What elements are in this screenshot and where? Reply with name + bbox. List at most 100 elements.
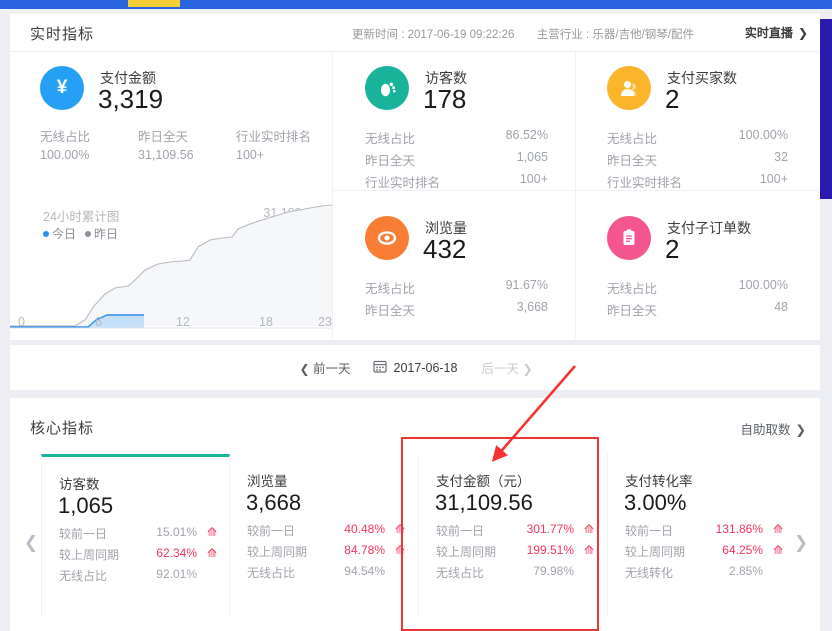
core-card-value: 3,668 [246, 490, 302, 515]
core-metrics-carousel: ❮ ❯ 访客数 1,065 较前一日 15.01% ⟰ 较上周同期 62.34%… [10, 454, 822, 631]
date-nav-controls: ❮ 前一天 2017-06-18 后一天 ❯ [299, 358, 532, 377]
metric-value: 3,319 [98, 84, 164, 114]
footprint-icon [365, 66, 409, 110]
browser-top-bar [0, 0, 832, 9]
detail-label: 昨日全天 [138, 130, 189, 144]
arrow-up-icon: ⟰ [583, 522, 594, 536]
detail-value: 100.00% [738, 278, 788, 292]
arrow-up-icon: ⟰ [772, 543, 783, 557]
detail-value: 31,109.56 [138, 148, 194, 162]
core-card-name: 支付转化率 [625, 474, 693, 489]
arrow-up-icon: ⟰ [206, 546, 217, 560]
core-card-rows: 较前一日 15.01% ⟰ 较上周同期 62.34% ⟰ 无线占比 92.01% [59, 525, 219, 588]
core-card-visitors[interactable]: 访客数 1,065 较前一日 15.01% ⟰ 较上周同期 62.34% ⟰ 无… [41, 454, 230, 616]
yuan-icon: ¥ [40, 66, 84, 110]
core-card-row: 较前一日 15.01% ⟰ [59, 525, 219, 546]
x-tick: 0 [18, 315, 25, 329]
realtime-dashboard-page: 实时指标 更新时间 : 2017-06-19 09:22:26 主营行业 : 乐… [0, 0, 832, 631]
row-label: 较上周同期 [247, 545, 308, 559]
grid-divider-v2 [575, 52, 576, 339]
row-value: 94.54% [344, 564, 385, 578]
metric-name: 支付子订单数 [667, 220, 751, 236]
industry-value: 乐器/吉他/钢琴/配件 [592, 29, 694, 41]
row-value: 40.48% [344, 522, 385, 536]
row-label: 无线占比 [247, 566, 296, 580]
metric-detail-row: 昨日全天 1,065 [365, 150, 560, 172]
core-metrics-header: 核心指标 自助取数 ❯ [10, 398, 822, 454]
arrow-up-icon: ⟰ [394, 522, 405, 536]
x-tick: 23 [318, 315, 332, 329]
x-tick: 6 [95, 315, 102, 329]
metric-detail-values: 100.00% 31,109.56 100+ [40, 148, 320, 170]
update-time-label: 更新时间 : [352, 29, 405, 41]
core-card-rows: 较前一日 131.86% ⟰ 较上周同期 64.25% ⟰ 无线转化 2.85% [625, 522, 785, 585]
row-value: 301.77% [526, 522, 574, 536]
row-label: 较前一日 [247, 524, 296, 538]
core-card-row: 较上周同期 64.25% ⟰ [625, 543, 785, 564]
core-card-row: 较上周同期 199.51% ⟰ [436, 543, 596, 564]
detail-label: 行业实时排名 [607, 176, 683, 190]
user-glyph [621, 80, 636, 96]
core-card-value: 3.00% [624, 490, 687, 515]
metric-detail-labels: 无线占比 昨日全天 行业实时排名 [40, 126, 320, 148]
core-card-row: 无线占比 79.98% [436, 564, 596, 585]
eye-icon [365, 216, 409, 260]
row-label: 较前一日 [59, 527, 108, 541]
metric-detail-rows: 无线占比 昨日全天 行业实时排名 100.00% 31,109.56 100+ [40, 126, 320, 170]
scrollbar-thumb[interactable] [820, 19, 832, 199]
realtime-metrics-panel: 实时指标 更新时间 : 2017-06-19 09:22:26 主营行业 : 乐… [10, 14, 822, 340]
detail-label: 昨日全天 [607, 304, 658, 318]
core-metrics-title: 核心指标 [30, 420, 95, 437]
active-tab-marker[interactable] [128, 0, 180, 7]
detail-value: 100+ [236, 148, 265, 162]
metric-detail-row: 无线占比 86.52% [365, 128, 560, 150]
next-day-label: 后一天 [481, 362, 519, 376]
selected-date[interactable]: 2017-06-18 [394, 361, 458, 375]
prev-day-button[interactable]: ❮ 前一天 [299, 358, 350, 377]
row-value: 64.25% [722, 543, 763, 557]
live-broadcast-link[interactable]: 实时直播 ❯ [745, 24, 808, 41]
calendar-icon[interactable] [372, 359, 387, 376]
detail-value: 91.67% [505, 278, 548, 292]
core-card-pageviews[interactable]: 浏览量 3,668 较前一日 40.48% ⟰ 较上周同期 84.78% ⟰ 无… [230, 454, 419, 616]
row-value: 92.01% [156, 567, 197, 581]
row-value: 131.86% [715, 522, 763, 536]
date-navigation-bar: ❮ 前一天 2017-06-18 后一天 ❯ [10, 345, 822, 390]
realtime-panel-title: 实时指标 [30, 26, 95, 43]
chevron-right-icon: ❯ [522, 362, 533, 376]
core-card-row: 无线占比 94.54% [247, 564, 407, 585]
arrow-up-icon: ⟰ [772, 522, 783, 536]
core-card-payment-amount[interactable]: 支付金额（元） 31,109.56 较前一日 301.77% ⟰ 较上周同期 1… [419, 454, 608, 616]
detail-label: 昨日全天 [365, 154, 416, 168]
self-service-data-link[interactable]: 自助取数 ❯ [741, 419, 807, 438]
chevron-left-icon: ❮ [299, 362, 310, 376]
realtime-meta-info: 更新时间 : 2017-06-19 09:22:26 主营行业 : 乐器/吉他/… [352, 26, 694, 42]
metric-detail-rows: 无线占比 100.00% 昨日全天 32 行业实时排名 100+ [607, 128, 802, 194]
row-value: 199.51% [526, 543, 574, 557]
industry-label: 主营行业 : [536, 29, 590, 41]
scrollbar-track[interactable] [820, 9, 832, 631]
x-tick: 18 [259, 315, 273, 329]
detail-label: 无线占比 [607, 132, 658, 146]
arrow-up-icon: ⟰ [394, 543, 405, 557]
row-label: 无线占比 [59, 569, 108, 583]
metric-detail-row: 无线占比 100.00% [607, 278, 802, 300]
realtime-panel-header: 实时指标 更新时间 : 2017-06-19 09:22:26 主营行业 : 乐… [10, 14, 822, 52]
detail-value: 100.00% [738, 128, 788, 142]
update-time-value: 2017-06-19 09:22:26 [407, 29, 515, 41]
core-card-payment-conversion[interactable]: 支付转化率 3.00% 较前一日 131.86% ⟰ 较上周同期 64.25% … [608, 454, 797, 616]
user-icon [607, 66, 651, 110]
row-label: 较前一日 [436, 524, 485, 538]
row-label: 较前一日 [625, 524, 674, 538]
core-card-row: 无线转化 2.85% [625, 564, 785, 585]
metric-detail-rows: 无线占比 91.67% 昨日全天 3,668 [365, 278, 560, 322]
metric-value: 432 [423, 234, 467, 264]
metric-value: 178 [423, 84, 467, 114]
core-card-row: 较前一日 40.48% ⟰ [247, 522, 407, 543]
chevron-left-icon: ❮ [23, 532, 39, 552]
metric-detail-rows: 无线占比 100.00% 昨日全天 48 [607, 278, 802, 322]
metric-detail-row: 昨日全天 32 [607, 150, 802, 172]
chart-x-axis: 0 6 12 18 23 [10, 315, 332, 329]
arrow-up-icon: ⟰ [583, 543, 594, 557]
core-card-name: 访客数 [59, 477, 100, 492]
